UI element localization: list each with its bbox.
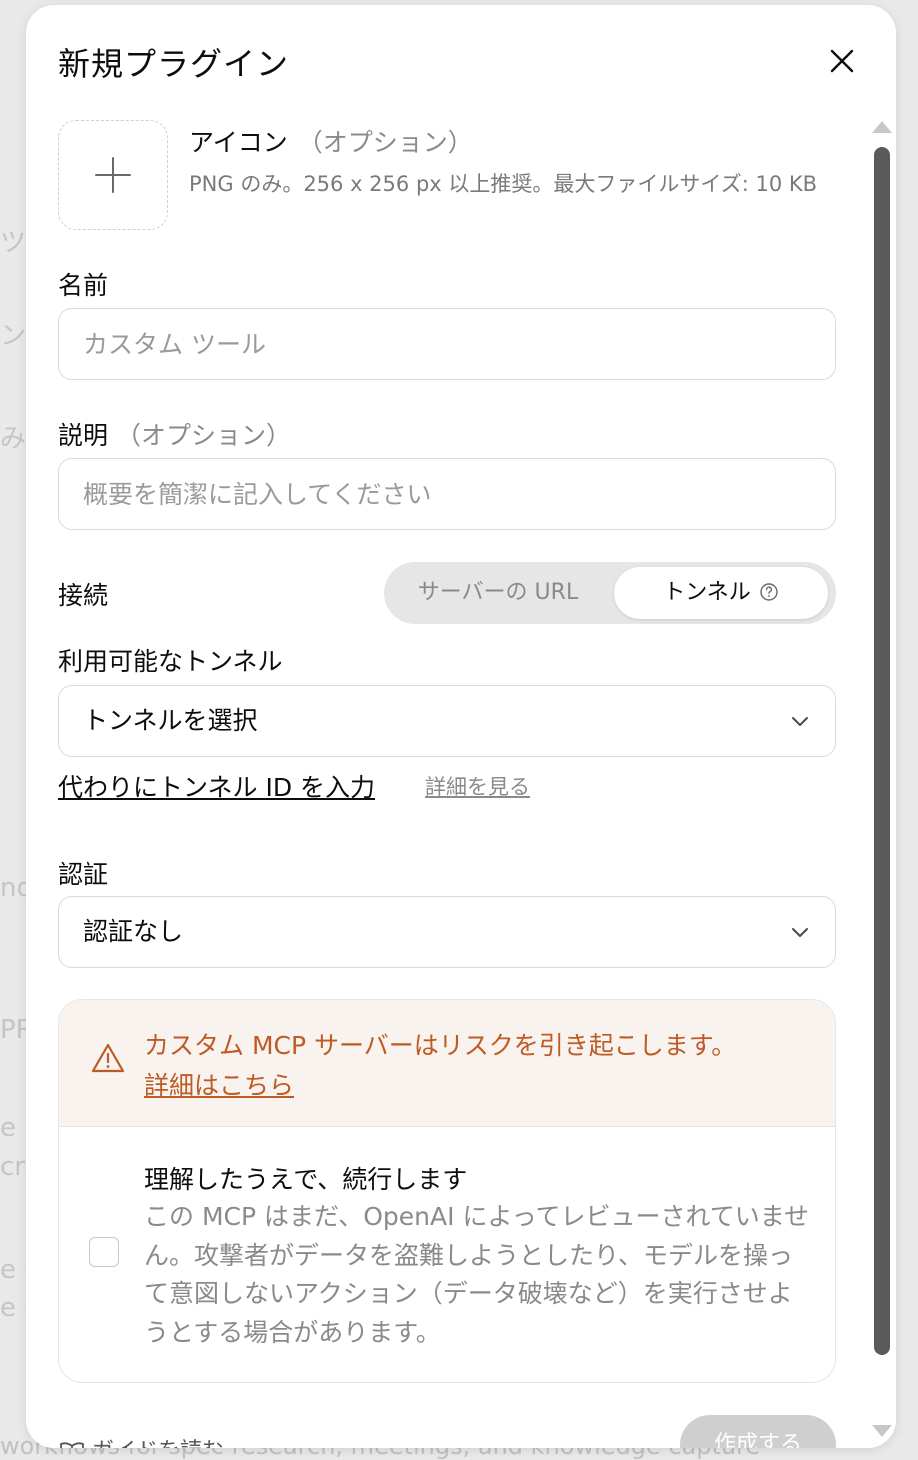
enter-tunnel-id-link[interactable]: 代わりにトンネル ID を入力 [58, 768, 375, 804]
auth-select-value: 認証なし [83, 917, 184, 946]
risk-learn-more-link[interactable]: 詳細はこちら [144, 1071, 294, 1100]
connection-toggle: サーバーの URL トンネル [384, 562, 836, 624]
book-icon [60, 1442, 84, 1448]
acknowledge-description: この MCP はまだ、OpenAI によってレビューされていません。攻撃者がデー… [144, 1202, 809, 1347]
description-label: 説明 （オプション） [58, 421, 292, 450]
close-icon [830, 49, 854, 73]
risk-warning-box: カスタム MCP サーバーはリスクを引き起こします。 詳細はこちら 理解したうえ… [58, 999, 836, 1383]
acknowledge-title: 理解したうえで、続行します [144, 1165, 468, 1194]
read-guide-label: ガイドを読む [92, 1439, 224, 1448]
tunnel-select[interactable]: トンネルを選択 [58, 685, 836, 757]
risk-warning-text: カスタム MCP サーバーはリスクを引き起こします。 詳細はこちら [144, 1031, 737, 1100]
icon-section-hint: PNG のみ。256 x 256 px 以上推奨。最大ファイルサイズ: 10 K… [189, 172, 818, 196]
icon-section-title: アイコン （オプション） [189, 128, 473, 157]
learn-more-link[interactable]: 詳細を見る [425, 771, 530, 801]
dialog-title: 新規プラグイン [58, 45, 290, 83]
background-fragment: み [0, 424, 27, 454]
help-icon[interactable] [759, 582, 779, 602]
scroll-down-arrow[interactable] [872, 1425, 892, 1437]
warning-icon [91, 1043, 125, 1073]
scrollbar-thumb[interactable] [874, 147, 890, 1355]
connection-option-server-url[interactable]: サーバーの URL [384, 562, 612, 624]
chevron-down-icon [792, 717, 808, 726]
auth-label: 認証 [58, 860, 109, 889]
risk-warning-banner: カスタム MCP サーバーはリスクを引き起こします。 詳細はこちら [59, 1000, 835, 1127]
plus-icon [95, 157, 131, 193]
icon-upload-button[interactable] [58, 120, 168, 230]
connection-label: 接続 [58, 581, 109, 610]
close-button[interactable] [822, 41, 862, 81]
background-fragment: ツ [0, 228, 27, 258]
tunnel-select-value: トンネルを選択 [83, 706, 258, 735]
auth-select[interactable]: 認証なし [58, 896, 836, 968]
acknowledge-checkbox[interactable] [89, 1237, 119, 1267]
name-label: 名前 [58, 271, 109, 300]
read-guide-link[interactable]: ガイドを読む [58, 1433, 224, 1448]
connection-option-tunnel[interactable]: トンネル [614, 567, 828, 619]
scroll-up-arrow[interactable] [872, 121, 892, 133]
create-button[interactable]: 作成する [680, 1415, 836, 1448]
tunnel-option-label: トンネル [663, 580, 751, 605]
new-plugin-dialog: 新規プラグイン アイコン （オプション） PNG のみ。256 x 256 px … [26, 5, 896, 1448]
chevron-down-icon [792, 928, 808, 937]
available-tunnels-label: 利用可能なトンネル [58, 647, 283, 676]
description-input[interactable] [58, 458, 836, 530]
name-input[interactable] [58, 308, 836, 380]
